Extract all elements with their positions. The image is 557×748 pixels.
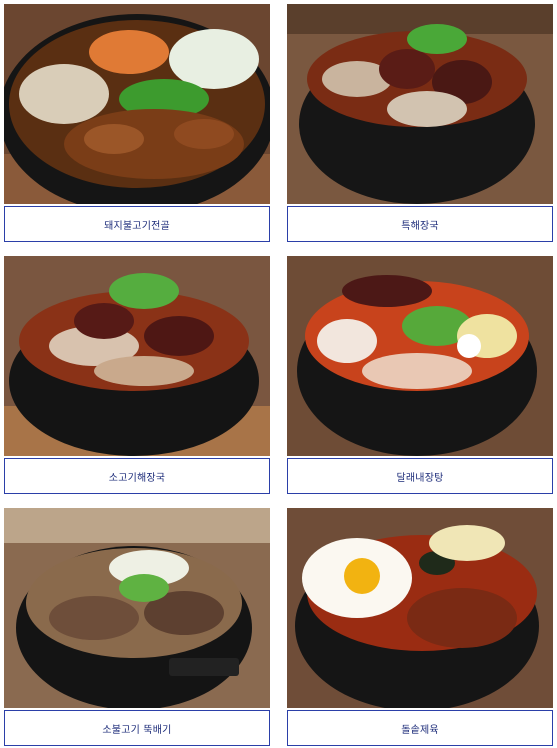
- menu-item-label[interactable]: 돼지불고기전골: [4, 206, 270, 242]
- stone-pot-jeyuk-photo[interactable]: [287, 508, 553, 708]
- menu-item-label[interactable]: 소불고기 뚝배기: [4, 710, 270, 746]
- dallae-naejangtang-photo[interactable]: [287, 256, 553, 456]
- menu-item-label[interactable]: 달래내장탕: [287, 458, 553, 494]
- menu-card-special-haejangguk[interactable]: 특해장국: [287, 4, 553, 242]
- special-haejangguk-photo[interactable]: [287, 4, 553, 204]
- pork-bulgogi-hotpot-photo[interactable]: [4, 4, 270, 204]
- menu-card-beef-haejangguk[interactable]: 소고기해장국: [4, 256, 270, 494]
- menu-item-label[interactable]: 돌솥제육: [287, 710, 553, 746]
- beef-bulgogi-ttukbaegi-photo[interactable]: [4, 508, 270, 708]
- menu-item-label[interactable]: 특해장국: [287, 206, 553, 242]
- menu-card-beef-bulgogi-ttukbaegi[interactable]: 소불고기 뚝배기: [4, 508, 270, 746]
- menu-card-stone-pot-jeyuk[interactable]: 돌솥제육: [287, 508, 553, 746]
- menu-card-pork-bulgogi-hotpot[interactable]: 돼지불고기전골: [4, 4, 270, 242]
- menu-item-label[interactable]: 소고기해장국: [4, 458, 270, 494]
- menu-card-dallae-naejangtang[interactable]: 달래내장탕: [287, 256, 553, 494]
- beef-haejangguk-photo[interactable]: [4, 256, 270, 456]
